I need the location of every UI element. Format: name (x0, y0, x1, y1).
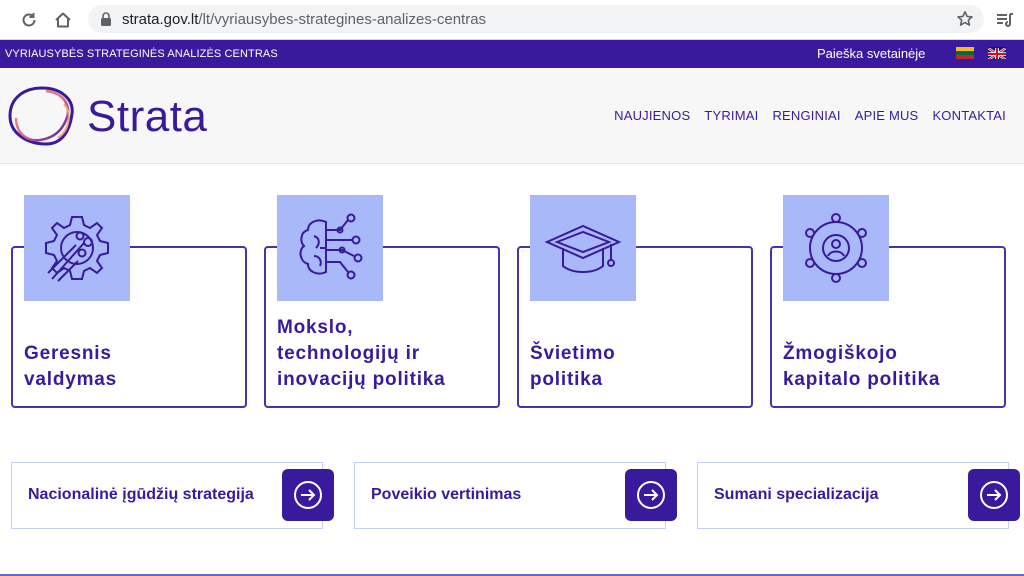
reload-icon[interactable] (18, 9, 40, 31)
lock-icon (101, 12, 111, 26)
nav-tyrimai[interactable]: TYRIMAI (704, 108, 758, 123)
address-bar[interactable]: strata.gov.lt/lt/vyriausybes-strategines… (88, 5, 984, 33)
arrow-right-icon (637, 481, 665, 509)
graduation-cap-icon[interactable] (530, 195, 636, 301)
org-name: VYRIAUSYBĖS STRATEGINĖS ANALIZĖS CENTRAS (5, 48, 278, 60)
en-flag-icon[interactable] (988, 47, 1006, 59)
arrow-right-button[interactable] (282, 469, 334, 521)
card-title: Mokslo, technologijų ir inovacijų politi… (277, 317, 446, 390)
nav-naujienos[interactable]: NAUJIENOS (614, 108, 690, 123)
home-icon[interactable] (52, 9, 74, 31)
card-title: Geresnis valdymas (24, 343, 118, 390)
arrow-right-button[interactable] (968, 469, 1020, 521)
strata-logo-icon[interactable] (6, 84, 76, 148)
lt-flag-icon[interactable] (956, 47, 974, 59)
logo-text[interactable]: Strata (87, 92, 207, 142)
nav-apie-mus[interactable]: APIE MUS (855, 108, 919, 123)
arrow-right-icon (980, 481, 1008, 509)
link-label: Poveikio vertinimas (371, 486, 522, 503)
link-label: Nacionalinė įgūdžių strategija (28, 486, 254, 503)
top-bar: VYRIAUSYBĖS STRATEGINĖS ANALIZĖS CENTRAS… (0, 40, 1024, 68)
bookmark-star-icon[interactable] (956, 10, 974, 28)
url-text: strata.gov.lt/lt/vyriausybes-strategines… (122, 11, 487, 28)
site-header: Strata NAUJIENOS TYRIMAI RENGINIAI APIE … (0, 68, 1024, 164)
gear-icon[interactable] (24, 195, 130, 301)
link-poveikio-vertinimas[interactable]: Poveikio vertinimas (354, 462, 666, 529)
brain-circuit-icon[interactable] (277, 195, 383, 301)
link-label: Sumani specializacija (714, 486, 879, 503)
link-sumani-specializacija[interactable]: Sumani specializacija (697, 462, 1009, 529)
site-search-link[interactable]: Paieška svetainėje (817, 46, 925, 61)
people-network-icon[interactable] (783, 195, 889, 301)
nav-kontaktai[interactable]: KONTAKTAI (932, 108, 1006, 123)
card-title: Švietimo politika (530, 343, 616, 390)
main-nav: NAUJIENOS TYRIMAI RENGINIAI APIE MUS KON… (614, 108, 1006, 123)
link-nacionaline-igudziu-strategija[interactable]: Nacionalinė įgūdžių strategija (11, 462, 323, 529)
arrow-right-button[interactable] (625, 469, 677, 521)
browser-toolbar: strata.gov.lt/lt/vyriausybes-strategines… (0, 0, 1024, 40)
media-control-icon[interactable] (994, 9, 1016, 31)
arrow-right-icon (294, 481, 322, 509)
nav-renginiai[interactable]: RENGINIAI (772, 108, 840, 123)
card-title: Žmogiškojo kapitalo politika (783, 343, 941, 390)
